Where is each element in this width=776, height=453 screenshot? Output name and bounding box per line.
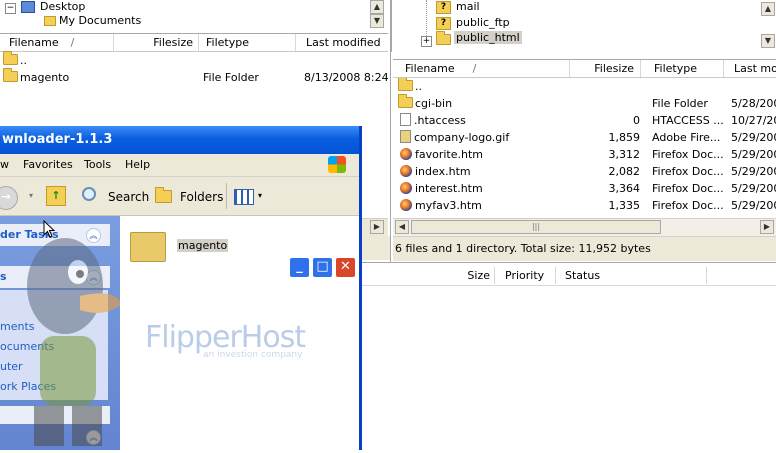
list-item[interactable]: favorite.htm 3,312 Firefox Doc... 5/29/2… [393, 146, 776, 163]
menu-item-help[interactable]: Help [125, 158, 150, 171]
column-header-last-modified[interactable]: Last mo [725, 60, 776, 77]
firefox-document-icon [400, 165, 415, 178]
remote-horizontal-scrollbar[interactable]: ◀ ||| ▶ [393, 218, 776, 236]
toolbar-separator [226, 183, 227, 209]
window-title: wnloader-1.1.3 [2, 132, 113, 147]
status-text: 6 files and 1 directory. Total size: 11,… [395, 242, 651, 255]
list-item[interactable]: .. [393, 78, 776, 95]
list-item[interactable]: .htaccess 0 HTACCESS ... 10/27/20 [393, 112, 776, 129]
menu-item-tools[interactable]: Tools [84, 158, 111, 171]
remote-status-bar: 6 files and 1 directory. Total size: 11,… [393, 236, 776, 261]
menu-bar: w Favorites Tools Help [0, 154, 359, 177]
maximize-button[interactable]: □ [312, 257, 333, 278]
folder-icon [3, 51, 20, 67]
mascot-image [10, 226, 122, 450]
search-button[interactable]: Search [108, 190, 149, 204]
folders-button[interactable]: Folders [180, 190, 223, 204]
column-header-filesize[interactable]: Filesize [115, 34, 199, 51]
views-icon[interactable] [234, 189, 254, 205]
column-header-filename[interactable]: Filename / [0, 34, 114, 51]
close-button[interactable]: ✕ [335, 257, 356, 278]
local-tree-pane: − Desktop My Documents ▲ ▼ [0, 0, 388, 32]
desktop-icon [21, 1, 35, 13]
expand-toggle-icon[interactable]: + [421, 36, 432, 47]
firefox-document-icon [400, 199, 415, 212]
column-header-status[interactable]: Status [557, 267, 707, 284]
menu-item-view[interactable]: w [0, 158, 9, 171]
my-documents-icon [44, 16, 56, 26]
scroll-up-button[interactable]: ▲ [761, 2, 775, 16]
remote-list-header: Filename / Filesize Filetype Last mo [393, 59, 776, 78]
explorer-toolbar: → ▾ ↑ Search Folders ▾ [0, 177, 359, 216]
remote-tree-pane: ? mail ? public_ftp + public_html ▲ ▼ [391, 0, 776, 52]
list-item[interactable]: .. [0, 51, 27, 69]
scroll-right-button[interactable]: ▶ [370, 220, 384, 234]
folder-icon [398, 78, 415, 93]
scroll-down-button[interactable]: ▼ [370, 14, 384, 28]
scroll-right-button[interactable]: ▶ [760, 220, 774, 234]
scroll-up-button[interactable]: ▲ [370, 0, 384, 14]
tree-item-desktop[interactable]: Desktop [40, 0, 85, 13]
local-list-header: Filename / Filesize Filetype Last modifie… [0, 33, 388, 52]
pane-divider [390, 0, 391, 262]
list-item[interactable]: interest.htm 3,364 Firefox Doc... 5/29/2… [393, 180, 776, 197]
folder-icon [3, 68, 20, 84]
windows-logo-icon [328, 156, 346, 173]
list-item[interactable]: magento File Folder 8/13/2008 8:24:4 [0, 68, 388, 86]
dropdown-arrow-icon[interactable]: ▾ [29, 191, 33, 200]
image-file-icon [400, 130, 414, 144]
views-dropdown-icon[interactable]: ▾ [258, 191, 262, 200]
file-icon [400, 113, 414, 127]
scrollbar-thumb[interactable]: ||| [411, 220, 661, 234]
forward-arrow-icon[interactable]: → [0, 186, 18, 210]
explorer-window: wnloader-1.1.3 _ □ ✕ w Favorites Tools H… [0, 126, 362, 450]
up-folder-icon[interactable]: ↑ [46, 186, 66, 206]
list-item[interactable]: myfav3.htm 1,335 Firefox Doc... 5/29/200 [393, 197, 776, 214]
column-header-filetype[interactable]: Filetype [200, 34, 296, 51]
folder-icon[interactable] [130, 232, 166, 262]
minimize-button[interactable]: _ [289, 257, 310, 278]
tree-item-mail[interactable]: mail [456, 0, 480, 13]
column-header-last-modified[interactable]: Last modified [297, 34, 388, 51]
tree-item-public-ftp[interactable]: public_ftp [456, 16, 510, 29]
mouse-cursor-icon [43, 220, 55, 238]
folders-icon [155, 187, 174, 205]
list-item[interactable]: index.htm 2,082 Firefox Doc... 5/29/200 [393, 163, 776, 180]
explorer-title-bar[interactable]: wnloader-1.1.3 [0, 126, 359, 154]
remote-file-list: .. cgi-bin File Folder 5/28/200 .htacces… [393, 78, 776, 216]
search-icon [82, 187, 96, 201]
question-folder-icon: ? [436, 17, 451, 30]
firefox-document-icon [400, 182, 415, 195]
queue-header: Size Priority Status [362, 267, 776, 286]
local-status-bar [360, 236, 390, 260]
local-horizontal-scrollbar[interactable]: ▶ [360, 218, 388, 236]
folder-icon [436, 31, 453, 47]
watermark-tagline: an investion company [203, 350, 303, 360]
menu-item-favorites[interactable]: Favorites [23, 158, 73, 171]
folder-item-label[interactable]: magento [177, 239, 229, 252]
column-header-filename[interactable]: Filename / [393, 60, 570, 77]
column-header-priority[interactable]: Priority [496, 267, 556, 284]
tree-item-public-html[interactable]: public_html [454, 31, 522, 44]
column-header-filesize[interactable]: Filesize [571, 60, 641, 77]
scroll-left-button[interactable]: ◀ [395, 220, 409, 234]
list-item[interactable]: company-logo.gif 1,859 Adobe Fire... 5/2… [393, 129, 776, 146]
question-folder-icon: ? [436, 1, 451, 14]
firefox-document-icon [400, 148, 415, 161]
queue-panel: Size Priority Status [362, 262, 776, 451]
list-item[interactable]: cgi-bin File Folder 5/28/200 [393, 94, 776, 112]
watermark-logo: FlipperHost an investion company [145, 320, 306, 360]
scroll-down-button[interactable]: ▼ [761, 34, 775, 48]
column-header-size[interactable]: Size [362, 267, 495, 284]
expand-toggle-icon[interactable]: − [5, 3, 16, 14]
folder-icon [398, 94, 415, 110]
column-header-filetype[interactable]: Filetype [642, 60, 724, 77]
tree-item-my-documents[interactable]: My Documents [59, 14, 141, 27]
